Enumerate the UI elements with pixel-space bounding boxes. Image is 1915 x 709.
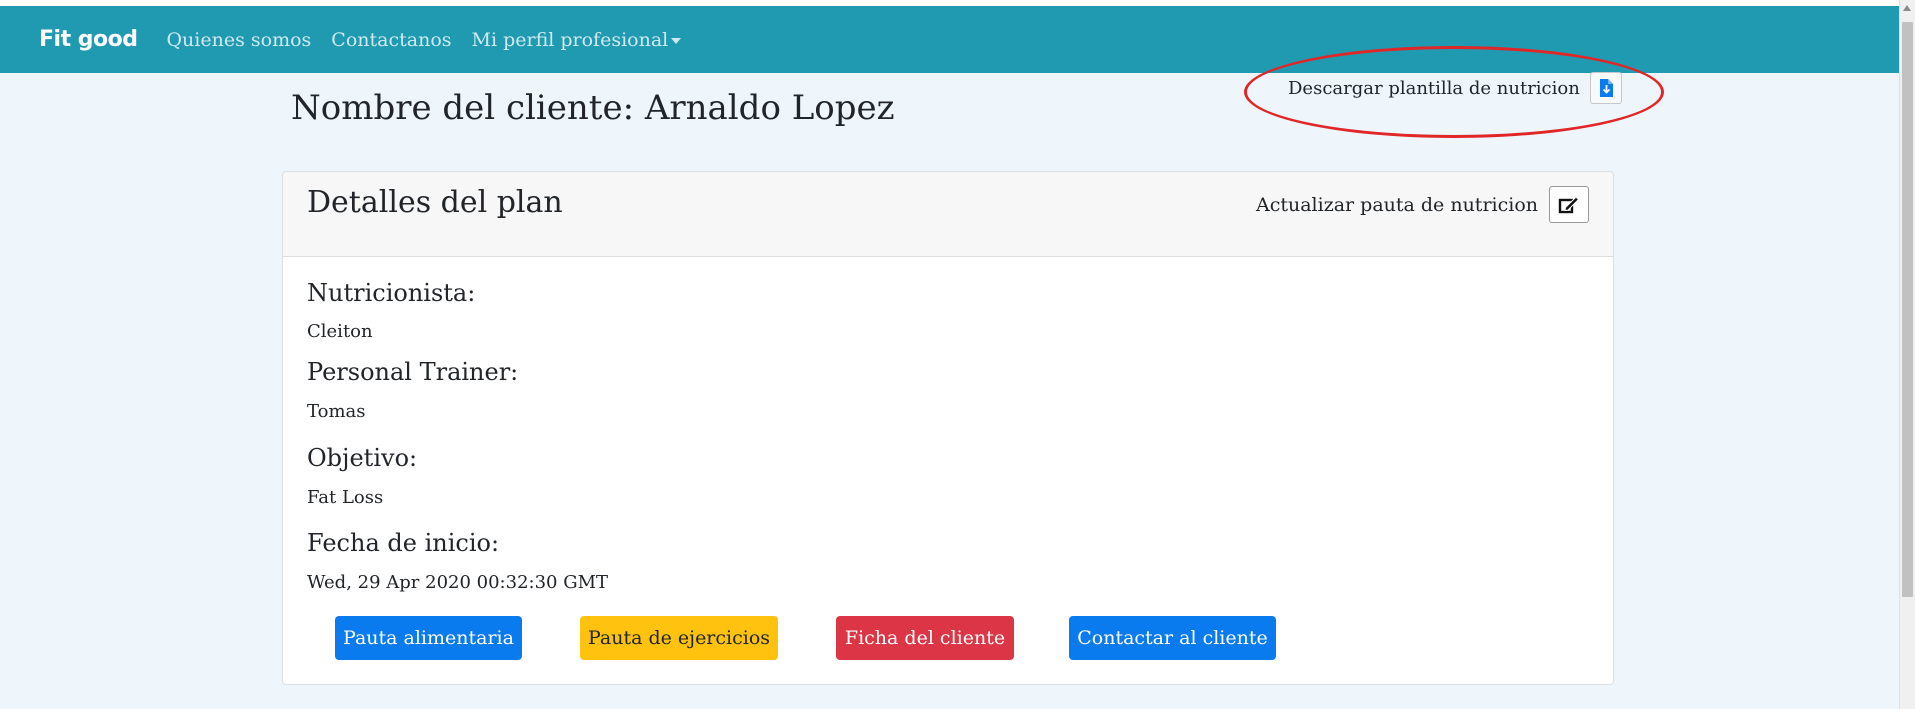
download-button[interactable] bbox=[1589, 72, 1622, 104]
brand-logo[interactable]: Fit good bbox=[39, 27, 138, 52]
field-value-fecha-inicio: Wed, 29 Apr 2020 00:32:30 GMT bbox=[307, 572, 609, 593]
ficha-cliente-button[interactable]: Ficha del cliente bbox=[836, 616, 1014, 660]
field-label-fecha-inicio: Fecha de inicio: bbox=[307, 529, 500, 557]
pauta-alimentaria-button[interactable]: Pauta alimentaria bbox=[335, 616, 522, 660]
nav-link-quienes-somos[interactable]: Quienes somos bbox=[166, 29, 311, 51]
nav-dropdown-perfil[interactable]: Mi perfil profesional bbox=[472, 29, 682, 51]
field-value-objetivo: Fat Loss bbox=[307, 487, 384, 508]
field-value-nutricionista: Cleiton bbox=[307, 321, 373, 342]
contactar-cliente-button[interactable]: Contactar al cliente bbox=[1069, 616, 1276, 660]
scroll-up-arrow-icon[interactable] bbox=[1903, 5, 1911, 11]
scrollbar[interactable] bbox=[1899, 0, 1915, 709]
field-label-nutricionista: Nutricionista: bbox=[307, 279, 476, 307]
nav-dropdown-label: Mi perfil profesional bbox=[471, 28, 669, 51]
navbar: Fit good Quienes somos Contactanos Mi pe… bbox=[0, 6, 1900, 73]
update-nutrition-button[interactable] bbox=[1549, 186, 1589, 223]
plan-details-card: Detalles del plan Actualizar pauta de nu… bbox=[282, 171, 1614, 685]
client-name-title: Nombre del cliente: Arnaldo Lopez bbox=[291, 88, 895, 128]
scroll-thumb[interactable] bbox=[1902, 22, 1913, 597]
file-download-icon bbox=[1599, 79, 1613, 97]
pauta-ejercicios-button[interactable]: Pauta de ejercicios bbox=[580, 616, 778, 660]
update-nutrition: Actualizar pauta de nutricion bbox=[1256, 186, 1589, 223]
download-template: Descargar plantilla de nutricion bbox=[1288, 72, 1622, 104]
field-value-personal-trainer: Tomas bbox=[307, 401, 366, 422]
field-label-personal-trainer: Personal Trainer: bbox=[307, 358, 519, 386]
card-header: Detalles del plan Actualizar pauta de nu… bbox=[283, 172, 1613, 257]
nav-link-contactanos[interactable]: Contactanos bbox=[331, 29, 451, 51]
nav-links: Quienes somos Contactanos Mi perfil prof… bbox=[166, 29, 701, 51]
edit-icon bbox=[1558, 195, 1580, 213]
field-label-objetivo: Objetivo: bbox=[307, 444, 418, 472]
update-nutrition-label: Actualizar pauta de nutricion bbox=[1255, 193, 1538, 216]
download-template-label: Descargar plantilla de nutricion bbox=[1288, 77, 1580, 99]
chevron-down-icon bbox=[671, 37, 682, 44]
card-title: Detalles del plan bbox=[307, 185, 563, 220]
